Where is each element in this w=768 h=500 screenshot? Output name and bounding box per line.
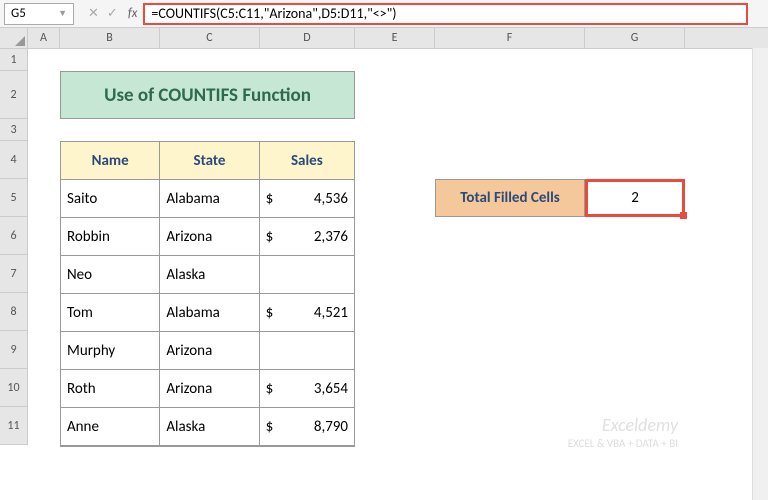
table-cell[interactable]: Anne: [61, 408, 160, 446]
table-row: AnneAlaska$8,790: [61, 408, 354, 446]
data-table: NameStateSales SaitoAlabama$4,536RobbinA…: [60, 141, 355, 447]
row-header-11[interactable]: 11: [0, 407, 28, 445]
result-label: Total Filled Cells: [435, 179, 585, 217]
fx-icon[interactable]: fx: [128, 6, 138, 21]
row-header-2[interactable]: 2: [0, 71, 28, 119]
row-header-9[interactable]: 9: [0, 331, 28, 369]
cells-area[interactable]: Use of COUNTIFS Function NameStateSales …: [28, 49, 768, 445]
vertical-scrollbar[interactable]: [752, 48, 768, 500]
result-label-text: Total Filled Cells: [460, 189, 560, 207]
table-cell[interactable]: Robbin: [61, 218, 160, 256]
table-cell-sales[interactable]: $4,521: [260, 294, 354, 332]
table-cell[interactable]: Murphy: [61, 332, 160, 370]
table-header-cell[interactable]: State: [160, 142, 259, 180]
table-row: RobbinArizona$2,376: [61, 218, 354, 256]
col-header-A[interactable]: A: [28, 28, 60, 48]
table-header-cell[interactable]: Sales: [260, 142, 354, 180]
table-cell[interactable]: Alabama: [160, 294, 259, 332]
table-cell[interactable]: Neo: [61, 256, 160, 294]
enter-icon[interactable]: ✓: [107, 6, 118, 21]
formula-input[interactable]: =COUNTIFS(C5:C11,"Arizona",D5:D11,"<>"): [143, 3, 748, 25]
col-header-D[interactable]: D: [260, 28, 355, 48]
grid: 1234567891011 Use of COUNTIFS Function N…: [0, 49, 768, 445]
cancel-icon[interactable]: ✕: [88, 6, 99, 21]
table-cell-sales[interactable]: $8,790: [260, 408, 354, 446]
col-header-E[interactable]: E: [355, 28, 435, 48]
chevron-down-icon[interactable]: ▼: [58, 8, 67, 19]
name-box[interactable]: G5 ▼: [4, 3, 74, 25]
table-row: SaitoAlabama$4,536: [61, 180, 354, 218]
row-header-4[interactable]: 4: [0, 141, 28, 179]
row-header-3[interactable]: 3: [0, 119, 28, 141]
watermark-line2: EXCEL & VBA + DATA + BI: [568, 437, 678, 450]
row-header-7[interactable]: 7: [0, 255, 28, 293]
table-cell-sales[interactable]: $3,654: [260, 370, 354, 408]
name-box-value: G5: [11, 6, 26, 21]
result-value: 2: [631, 189, 639, 207]
table-cell[interactable]: Alabama: [160, 180, 259, 218]
formula-bar-buttons: ✕ ✓: [78, 6, 128, 21]
watermark: Exceldemy EXCEL & VBA + DATA + BI: [568, 415, 678, 450]
title-banner: Use of COUNTIFS Function: [60, 71, 355, 119]
table-row: TomAlabama$4,521: [61, 294, 354, 332]
col-header-F[interactable]: F: [435, 28, 585, 48]
table-cell-sales[interactable]: $2,376: [260, 218, 354, 256]
row-header-8[interactable]: 8: [0, 293, 28, 331]
row-header-10[interactable]: 10: [0, 369, 28, 407]
table-cell[interactable]: Arizona: [160, 370, 259, 408]
row-header-5[interactable]: 5: [0, 179, 28, 217]
table-cell[interactable]: Alaska: [160, 408, 259, 446]
table-cell-sales[interactable]: $4,536: [260, 180, 354, 218]
title-text: Use of COUNTIFS Function: [104, 84, 311, 107]
table-cell[interactable]: Tom: [61, 294, 160, 332]
table-cell[interactable]: Arizona: [160, 218, 259, 256]
table-cell[interactable]: Alaska: [160, 256, 259, 294]
col-header-B[interactable]: B: [60, 28, 160, 48]
table-cell-sales[interactable]: [260, 332, 354, 370]
formula-text: =COUNTIFS(C5:C11,"Arizona",D5:D11,"<>"): [151, 5, 396, 22]
row-header-1[interactable]: 1: [0, 49, 28, 71]
watermark-line1: Exceldemy: [568, 415, 678, 437]
col-header-C[interactable]: C: [160, 28, 260, 48]
table-cell[interactable]: Roth: [61, 370, 160, 408]
table-row: NeoAlaska: [61, 256, 354, 294]
table-row: RothArizona$3,654: [61, 370, 354, 408]
table-header: NameStateSales: [61, 142, 354, 180]
row-headers: 1234567891011: [0, 49, 28, 445]
select-all[interactable]: [0, 28, 28, 48]
column-headers: ABCDEFG: [0, 28, 768, 49]
table-header-cell[interactable]: Name: [61, 142, 160, 180]
result-cell[interactable]: 2: [585, 179, 685, 217]
table-row: MurphyArizona: [61, 332, 354, 370]
table-cell[interactable]: Saito: [61, 180, 160, 218]
formula-bar: G5 ▼ ✕ ✓ fx =COUNTIFS(C5:C11,"Arizona",D…: [0, 0, 768, 28]
table-cell-sales[interactable]: [260, 256, 354, 294]
table-cell[interactable]: Arizona: [160, 332, 259, 370]
col-header-G[interactable]: G: [585, 28, 685, 48]
row-header-6[interactable]: 6: [0, 217, 28, 255]
